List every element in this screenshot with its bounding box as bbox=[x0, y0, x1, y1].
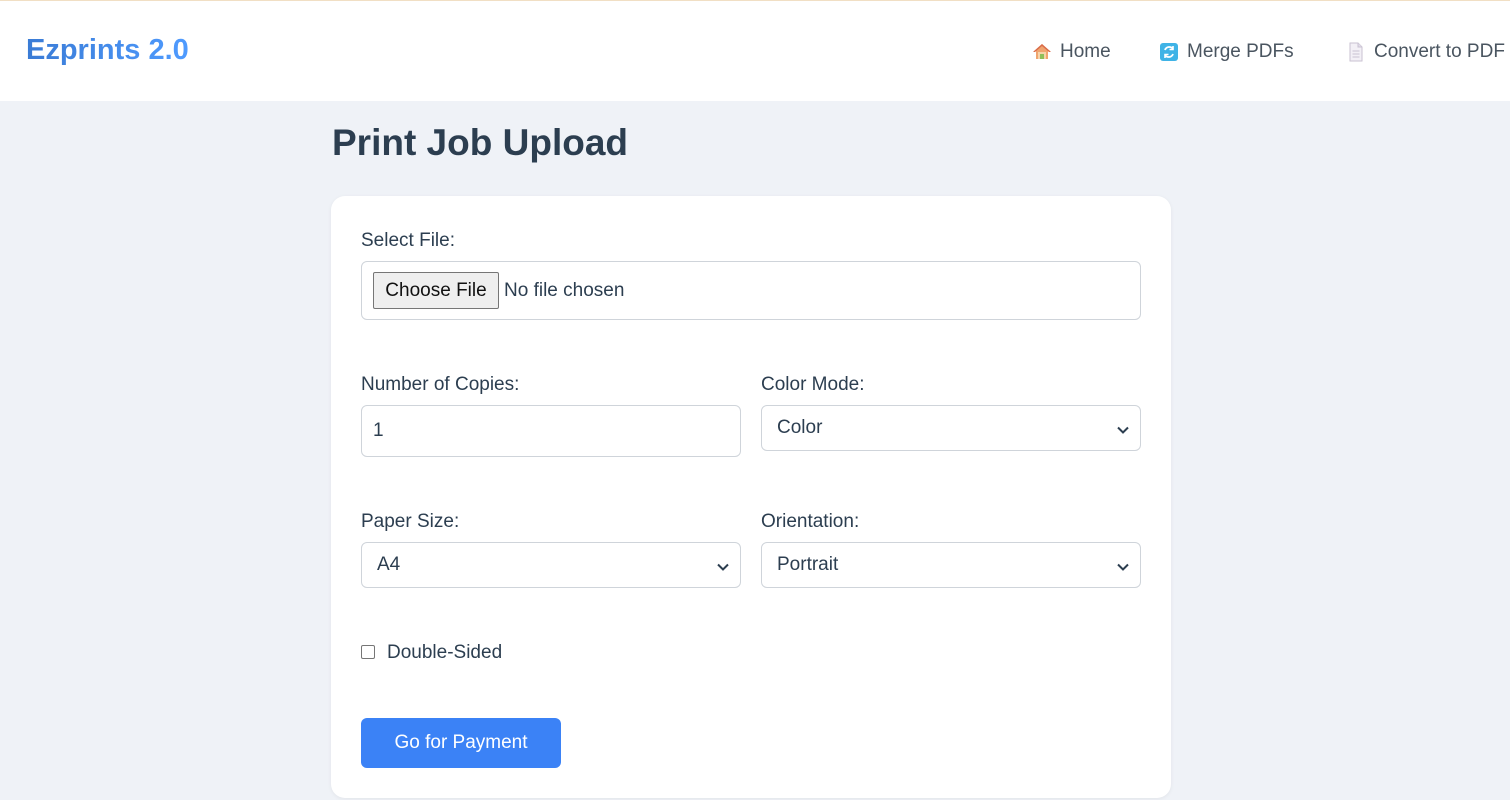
nav-label-home: Home bbox=[1060, 41, 1111, 62]
paper-size-select[interactable]: A4 bbox=[361, 542, 741, 588]
nav-label-convert-to-pdf: Convert to PDF bbox=[1374, 41, 1505, 62]
merge-icon bbox=[1159, 42, 1179, 62]
file-input[interactable]: Choose File No file chosen bbox=[361, 261, 1141, 320]
go-for-payment-button[interactable]: Go for Payment bbox=[361, 718, 561, 768]
double-sided-checkbox[interactable] bbox=[361, 645, 375, 659]
orientation-label: Orientation: bbox=[761, 511, 860, 532]
orientation-value: Portrait bbox=[777, 554, 839, 575]
chevron-down-icon bbox=[1116, 421, 1130, 435]
orientation-select[interactable]: Portrait bbox=[761, 542, 1141, 588]
chevron-down-icon bbox=[716, 558, 730, 572]
choose-file-button[interactable]: Choose File bbox=[373, 272, 499, 309]
select-file-label: Select File: bbox=[361, 230, 455, 251]
brand-logo[interactable]: Ezprints 2.0 bbox=[26, 32, 189, 68]
nav-item-merge-pdfs[interactable]: Merge PDFs bbox=[1159, 39, 1294, 65]
nav-item-convert-to-pdf[interactable]: Convert to PDF bbox=[1346, 39, 1505, 65]
paper-size-value: A4 bbox=[377, 554, 401, 575]
file-status-text: No file chosen bbox=[504, 280, 625, 301]
color-mode-select[interactable]: Color bbox=[761, 405, 1141, 451]
document-icon bbox=[1346, 42, 1366, 62]
color-mode-value: Color bbox=[777, 417, 823, 438]
page-title: Print Job Upload bbox=[332, 122, 628, 163]
nav-label-merge-pdfs: Merge PDFs bbox=[1187, 41, 1294, 62]
navbar: Ezprints 2.0 Home Merge PDFs Convert to … bbox=[0, 1, 1510, 101]
home-icon bbox=[1032, 42, 1052, 62]
double-sided-label[interactable]: Double-Sided bbox=[387, 642, 502, 664]
copies-label: Number of Copies: bbox=[361, 374, 520, 395]
copies-input[interactable] bbox=[361, 405, 741, 457]
color-mode-label: Color Mode: bbox=[761, 374, 865, 395]
nav-item-home[interactable]: Home bbox=[1032, 39, 1111, 65]
chevron-down-icon bbox=[1116, 558, 1130, 572]
paper-size-label: Paper Size: bbox=[361, 511, 460, 532]
